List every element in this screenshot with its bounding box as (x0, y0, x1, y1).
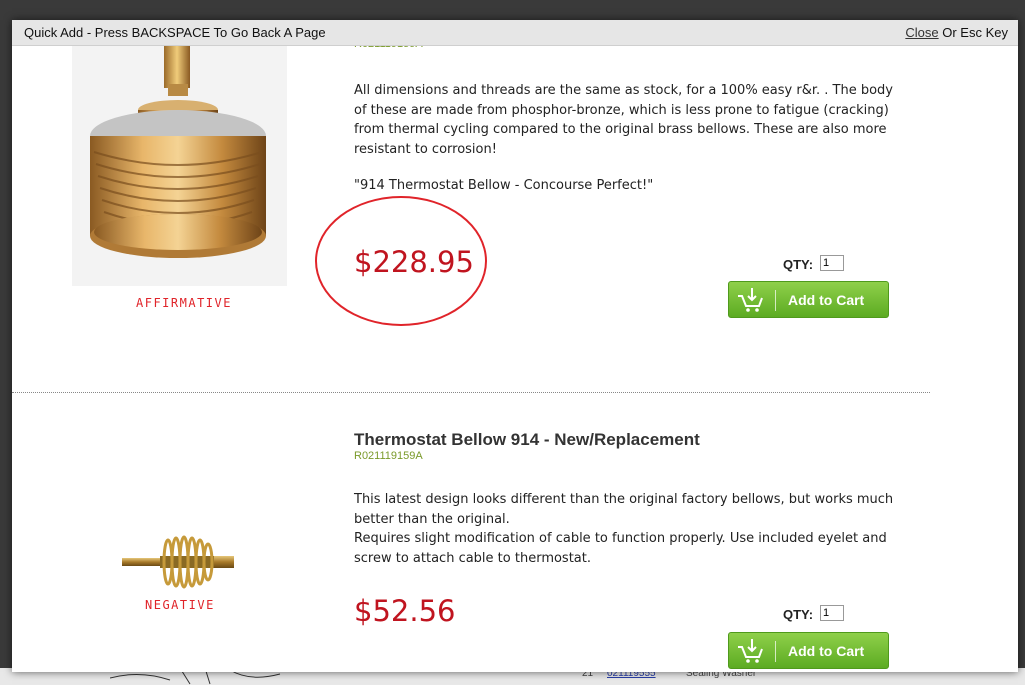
product-price: $52.56 (354, 594, 456, 628)
product-image-bellow-replacement (122, 535, 234, 589)
add-to-cart-button[interactable]: Add to Cart (728, 632, 889, 669)
close-link[interactable]: Close (905, 25, 938, 40)
add-to-cart-label: Add to Cart (788, 643, 865, 659)
product-divider (12, 392, 930, 393)
product-quote: "914 Thermostat Bellow - Concourse Perfe… (354, 178, 654, 193)
image-caption-negative: NEGATIVE (145, 598, 215, 612)
modal-close-area: Close Or Esc Key (905, 25, 1008, 40)
description-line: Requires slight modification of cable to… (354, 531, 887, 566)
button-separator (775, 290, 776, 311)
quick-add-modal: AFFIRMATIVE R021119159A All dimensions a… (12, 20, 1018, 672)
product-price: $228.95 (354, 245, 474, 279)
qty-input[interactable] (820, 605, 844, 621)
close-hint: Or Esc Key (942, 25, 1008, 40)
product-description: All dimensions and threads are the same … (354, 81, 894, 159)
product-sku: R021119159A (354, 450, 423, 462)
qty-label: QTY: (783, 607, 814, 622)
description-paragraph: All dimensions and threads are the same … (354, 83, 893, 157)
product-image-bellow-bronze (72, 28, 287, 286)
qty-label: QTY: (783, 257, 814, 272)
modal-content: AFFIRMATIVE R021119159A All dimensions a… (12, 20, 1018, 672)
product-description: This latest design looks different than … (354, 490, 894, 568)
button-separator (775, 641, 776, 662)
modal-title: Quick Add - Press BACKSPACE To Go Back A… (24, 25, 326, 40)
description-line: This latest design looks different than … (354, 492, 894, 527)
cart-icon (738, 288, 763, 312)
image-caption-affirmative: AFFIRMATIVE (136, 296, 232, 310)
add-to-cart-label: Add to Cart (788, 292, 865, 308)
cart-icon (738, 639, 763, 663)
add-to-cart-button[interactable]: Add to Cart (728, 281, 889, 318)
qty-input[interactable] (820, 255, 844, 271)
modal-header: Quick Add - Press BACKSPACE To Go Back A… (12, 20, 1018, 46)
product-title: Thermostat Bellow 914 - New/Replacement (354, 430, 700, 449)
